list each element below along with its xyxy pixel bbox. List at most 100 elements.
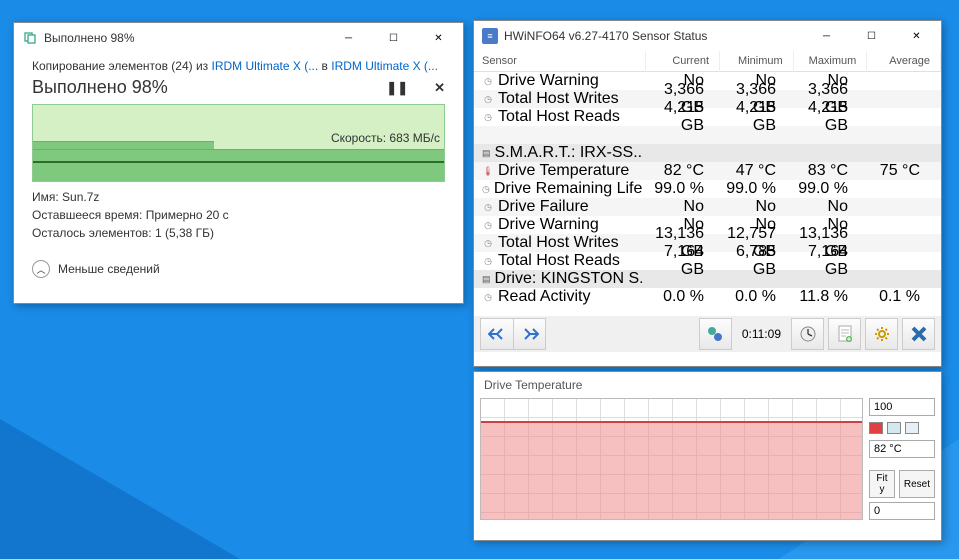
series-swatch-2[interactable] <box>887 422 901 434</box>
sensor-row[interactable]: ◷Total Host Reads7,164 GB6,785 GB7,164 G… <box>474 252 941 270</box>
sensor-row[interactable]: ◷Total Host Reads4,215 GB4,215 GB4,215 G… <box>474 108 941 126</box>
sensor-name: Drive: KINGSTON S... <box>495 270 642 288</box>
clock-icon: ◷ <box>482 183 490 195</box>
sensor-name: Total Host Writes <box>498 234 619 252</box>
temp-icon: 🌡 <box>482 165 494 177</box>
drive-icon: ▤ <box>482 273 491 285</box>
current-value[interactable] <box>869 440 935 458</box>
current-value: No <box>642 198 714 216</box>
sensor-name: Drive Warning <box>498 216 599 234</box>
col-maximum[interactable]: Maximum <box>793 51 867 72</box>
log-button[interactable] <box>699 318 732 350</box>
hwinfo-icon: ≡ <box>482 28 498 44</box>
minimize-button[interactable]: ─ <box>804 22 849 50</box>
chart-controls: Fit y Reset <box>869 398 935 520</box>
speed-chart: Скорость: 683 МБ/с <box>32 104 445 182</box>
col-minimum[interactable]: Minimum <box>720 51 794 72</box>
fewer-details-toggle[interactable]: ︿ Меньше сведений <box>32 260 445 278</box>
wallpaper-accent <box>0 419 240 559</box>
maximum-value: 7,164 GB <box>786 243 858 279</box>
drive-icon: ▤ <box>482 147 491 159</box>
reset-button[interactable]: Reset <box>899 470 935 498</box>
sensor-row[interactable]: ◷Drive FailureNoNoNo <box>474 198 941 216</box>
items-label: Осталось элементов: <box>32 226 155 240</box>
minimize-button[interactable]: ─ <box>326 24 371 52</box>
sensor-row[interactable]: ◷Read Activity0.0 %0.0 %11.8 %0.1 % <box>474 288 941 306</box>
copy-icon <box>22 30 38 46</box>
clock-icon: ◷ <box>482 255 494 267</box>
average-value: 75 °C <box>858 162 930 180</box>
source-link[interactable]: IRDM Ultimate X (... <box>212 59 319 73</box>
sensor-name: Total Host Reads <box>498 108 620 126</box>
series-swatch-red[interactable] <box>869 422 883 434</box>
sensor-name: S.M.A.R.T.: IRX-SS... <box>495 144 642 162</box>
report-button[interactable] <box>828 318 861 350</box>
clock-button[interactable] <box>791 318 824 350</box>
maximum-value: 99.0 % <box>786 180 858 198</box>
copy-text: Копирование элементов (24) из <box>32 59 212 73</box>
col-average[interactable]: Average <box>867 51 941 72</box>
col-current[interactable]: Current <box>646 51 720 72</box>
minimum-value: 4,215 GB <box>714 99 786 135</box>
maximize-button[interactable]: ☐ <box>849 22 894 50</box>
sensor-row[interactable]: 🌡Drive Temperature82 °C47 °C83 °C75 °C <box>474 162 941 180</box>
sensor-name: Drive Temperature <box>498 162 629 180</box>
sensor-row[interactable]: ◷Drive Remaining Life99.0 %99.0 %99.0 % <box>474 180 941 198</box>
name-label: Имя: <box>32 190 62 204</box>
clock-icon: ◷ <box>482 201 494 213</box>
window-title: Выполнено 98% <box>44 31 326 45</box>
minimum-value: 47 °C <box>714 162 786 180</box>
maximum-value: 11.8 % <box>786 288 858 306</box>
close-tool-button[interactable] <box>902 318 935 350</box>
window-title: HWiNFO64 v6.27-4170 Sensor Status <box>504 29 804 43</box>
hwinfo-window: ≡ HWiNFO64 v6.27-4170 Sensor Status ─ ☐ … <box>473 20 942 367</box>
nav-forward-button[interactable] <box>513 318 546 350</box>
settings-button[interactable] <box>865 318 898 350</box>
copy-details: Имя: Sun.7z Оставшееся время: Примерно 2… <box>32 188 445 242</box>
sensor-rows[interactable]: ◷Drive WarningNoNoNo◷Total Host Writes3,… <box>474 72 941 316</box>
toolbar: 0:11:09 <box>474 316 941 352</box>
items-value: 1 (5,38 ГБ) <box>155 226 214 240</box>
speed-label: Скорость: 683 МБ/с <box>331 131 440 145</box>
close-button[interactable]: ✕ <box>416 24 461 52</box>
clock-icon: ◷ <box>482 75 494 87</box>
sensor-name: Total Host Reads <box>498 252 620 270</box>
average-value: 0.1 % <box>858 288 930 306</box>
sensor-name: Read Activity <box>498 288 590 306</box>
name-value: Sun.7z <box>62 190 99 204</box>
pause-button[interactable]: ❚❚ <box>386 80 408 96</box>
series-swatch-3[interactable] <box>905 422 919 434</box>
close-button[interactable]: ✕ <box>894 22 939 50</box>
col-sensor[interactable]: Sensor <box>474 51 646 72</box>
minimum-value: 99.0 % <box>714 180 786 198</box>
time-label: Оставшееся время: <box>32 208 146 222</box>
ymax-input[interactable] <box>869 398 935 416</box>
current-value: 0.0 % <box>642 288 714 306</box>
chart-title: Drive Temperature <box>474 372 941 398</box>
sensor-section-row[interactable]: ▤ S.M.A.R.T.: IRX-SS... <box>474 144 941 162</box>
minimum-value: 6,785 GB <box>714 243 786 279</box>
sensor-table: Sensor Current Minimum Maximum Average <box>474 51 941 72</box>
dest-link[interactable]: IRDM Ultimate X (... <box>331 59 438 73</box>
minimum-value: 0.0 % <box>714 288 786 306</box>
time-value: Примерно 20 с <box>146 208 229 222</box>
titlebar[interactable]: ≡ HWiNFO64 v6.27-4170 Sensor Status ─ ☐ … <box>474 21 941 51</box>
nav-back-button[interactable] <box>480 318 513 350</box>
ymin-input[interactable] <box>869 502 935 520</box>
cancel-button[interactable]: ✕ <box>434 80 445 96</box>
maximum-value: 83 °C <box>786 162 858 180</box>
fewer-details-label: Меньше сведений <box>58 262 160 276</box>
maximum-value: 4,215 GB <box>786 99 858 135</box>
elapsed-time: 0:11:09 <box>742 327 781 341</box>
sensor-name: Total Host Writes <box>498 90 619 108</box>
progress-heading: Выполнено 98% <box>32 77 168 98</box>
clock-icon: ◷ <box>482 237 494 249</box>
copy-text: в <box>318 59 331 73</box>
minimum-value: No <box>714 198 786 216</box>
temperature-chart[interactable] <box>480 398 863 520</box>
sensor-name: Drive Warning <box>498 72 599 90</box>
fit-y-button[interactable]: Fit y <box>869 470 895 498</box>
maximize-button[interactable]: ☐ <box>371 24 416 52</box>
titlebar[interactable]: Выполнено 98% ─ ☐ ✕ <box>14 23 463 53</box>
clock-icon: ◷ <box>482 219 494 231</box>
